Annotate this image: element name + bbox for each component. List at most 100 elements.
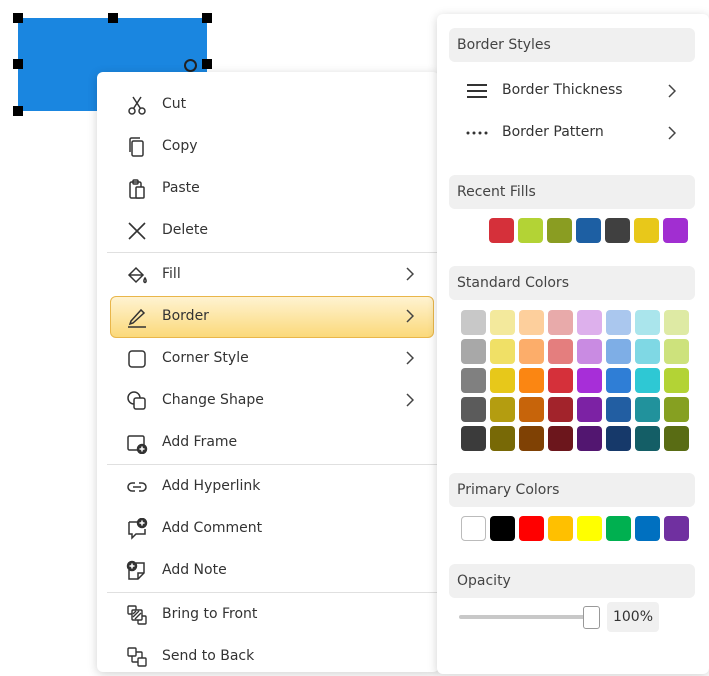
- standard-color-swatch[interactable]: [577, 426, 602, 451]
- standard-color-swatch[interactable]: [577, 310, 602, 335]
- standard-color-swatch[interactable]: [606, 397, 631, 422]
- pen-icon: [125, 305, 149, 329]
- border-pattern-label: Border Pattern: [502, 124, 604, 140]
- border-thickness-item[interactable]: Border Thickness: [449, 73, 695, 109]
- standard-color-swatch[interactable]: [606, 426, 631, 451]
- resize-handle-bottom-left[interactable]: [13, 106, 23, 116]
- standard-color-swatch[interactable]: [606, 310, 631, 335]
- standard-color-swatch[interactable]: [461, 339, 486, 364]
- chevron-right-icon: [403, 390, 417, 410]
- standard-color-swatch[interactable]: [490, 310, 515, 335]
- section-header-standard-colors: Standard Colors: [449, 266, 695, 300]
- dotted-line-icon: [465, 123, 489, 143]
- standard-color-swatch[interactable]: [664, 426, 689, 451]
- primary-color-swatch[interactable]: [461, 516, 486, 541]
- standard-color-swatch[interactable]: [548, 368, 573, 393]
- section-header-border-styles: Border Styles: [449, 28, 695, 62]
- primary-color-swatch[interactable]: [635, 516, 660, 541]
- standard-color-swatch[interactable]: [519, 397, 544, 422]
- standard-color-swatch[interactable]: [490, 397, 515, 422]
- standard-color-swatch[interactable]: [461, 368, 486, 393]
- standard-color-swatch[interactable]: [519, 339, 544, 364]
- primary-color-swatch[interactable]: [664, 516, 689, 541]
- menu-item-fill[interactable]: Fill: [97, 254, 437, 294]
- standard-color-swatch[interactable]: [461, 397, 486, 422]
- standard-color-swatch[interactable]: [606, 339, 631, 364]
- primary-color-swatch[interactable]: [606, 516, 631, 541]
- standard-color-swatch[interactable]: [664, 310, 689, 335]
- recent-fill-swatch[interactable]: [576, 218, 601, 243]
- menu-item-change-shape[interactable]: Change Shape: [97, 380, 437, 420]
- menu-item-label: Add Comment: [162, 520, 263, 536]
- standard-color-swatch[interactable]: [461, 310, 486, 335]
- standard-color-swatch[interactable]: [490, 339, 515, 364]
- resize-handle-top-left[interactable]: [13, 13, 23, 23]
- standard-color-swatch[interactable]: [635, 310, 660, 335]
- menu-item-border[interactable]: Border: [110, 296, 434, 338]
- menu-item-corner-style[interactable]: Corner Style: [97, 338, 437, 378]
- menu-item-copy[interactable]: Copy: [97, 126, 437, 166]
- menu-item-add-frame[interactable]: Add Frame: [97, 422, 437, 462]
- standard-color-swatch[interactable]: [635, 426, 660, 451]
- opacity-slider-track[interactable]: [459, 615, 589, 619]
- standard-color-swatch[interactable]: [548, 339, 573, 364]
- chevron-right-icon: [403, 306, 417, 326]
- opacity-slider-thumb[interactable]: [583, 606, 600, 629]
- primary-color-swatch[interactable]: [490, 516, 515, 541]
- resize-handle-middle-right[interactable]: [202, 59, 212, 69]
- menu-divider: [107, 252, 437, 253]
- border-pattern-item[interactable]: Border Pattern: [449, 115, 695, 151]
- add-note-icon: [125, 559, 149, 583]
- standard-color-swatch[interactable]: [519, 426, 544, 451]
- primary-color-swatch[interactable]: [577, 516, 602, 541]
- recent-fill-swatch[interactable]: [489, 218, 514, 243]
- recent-fill-swatch[interactable]: [605, 218, 630, 243]
- menu-item-cut[interactable]: Cut: [97, 84, 437, 124]
- standard-color-swatch[interactable]: [635, 368, 660, 393]
- standard-color-swatch[interactable]: [519, 368, 544, 393]
- recent-fill-swatch[interactable]: [547, 218, 572, 243]
- paint-bucket-icon: [125, 263, 149, 287]
- standard-color-swatch[interactable]: [606, 368, 631, 393]
- menu-divider: [107, 464, 437, 465]
- standard-color-swatch[interactable]: [548, 310, 573, 335]
- primary-color-swatch[interactable]: [548, 516, 573, 541]
- menu-item-paste[interactable]: Paste: [97, 168, 437, 208]
- resize-handle-top-center[interactable]: [108, 13, 118, 23]
- standard-color-swatch[interactable]: [490, 426, 515, 451]
- menu-item-add-hyperlink[interactable]: Add Hyperlink: [97, 466, 437, 506]
- standard-color-swatch[interactable]: [519, 310, 544, 335]
- menu-item-label: Add Frame: [162, 434, 238, 450]
- chevron-right-icon: [403, 348, 417, 368]
- menu-item-add-comment[interactable]: Add Comment: [97, 508, 437, 548]
- standard-color-swatch[interactable]: [664, 339, 689, 364]
- standard-color-swatch[interactable]: [490, 368, 515, 393]
- standard-color-swatch[interactable]: [635, 397, 660, 422]
- standard-color-swatch[interactable]: [664, 368, 689, 393]
- menu-item-label: Send to Back: [162, 648, 255, 664]
- rotate-handle-icon[interactable]: [184, 59, 197, 72]
- primary-color-swatch[interactable]: [519, 516, 544, 541]
- menu-item-add-note[interactable]: Add Note: [97, 550, 437, 590]
- standard-color-swatch[interactable]: [548, 397, 573, 422]
- standard-color-swatch[interactable]: [577, 368, 602, 393]
- rounded-square-icon: [125, 347, 149, 371]
- standard-color-swatch[interactable]: [635, 339, 660, 364]
- standard-color-swatch[interactable]: [664, 397, 689, 422]
- menu-item-send-to-back[interactable]: Send to Back: [97, 636, 437, 676]
- recent-fill-swatch[interactable]: [518, 218, 543, 243]
- menu-item-delete[interactable]: Delete: [97, 210, 437, 250]
- standard-color-swatch[interactable]: [548, 426, 573, 451]
- recent-fill-swatch[interactable]: [663, 218, 688, 243]
- menu-item-bring-to-front[interactable]: Bring to Front: [97, 594, 437, 634]
- recent-fill-swatch[interactable]: [634, 218, 659, 243]
- send-to-back-icon: [125, 645, 149, 669]
- resize-handle-middle-left[interactable]: [13, 59, 23, 69]
- standard-color-swatch[interactable]: [461, 426, 486, 451]
- standard-color-swatch[interactable]: [577, 397, 602, 422]
- chevron-right-icon: [665, 123, 679, 143]
- section-header-recent-fills: Recent Fills: [449, 175, 695, 209]
- resize-handle-top-right[interactable]: [202, 13, 212, 23]
- standard-color-swatch[interactable]: [577, 339, 602, 364]
- opacity-value-field[interactable]: 100%: [607, 602, 659, 632]
